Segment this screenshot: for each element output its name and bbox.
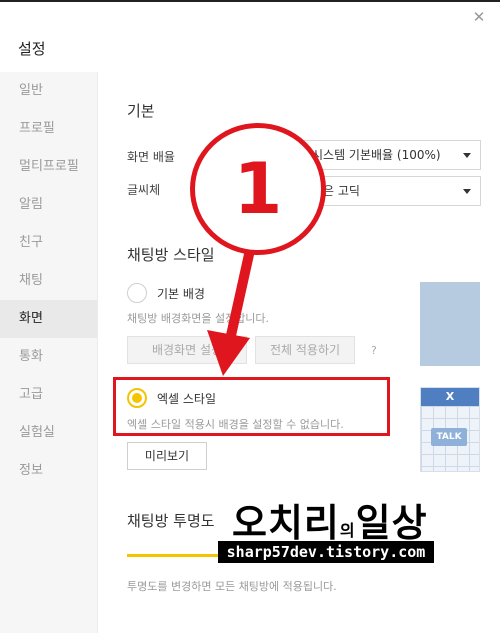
watermark-main: 오치리 bbox=[232, 501, 340, 545]
step-number: 1 bbox=[233, 148, 283, 230]
step-number-badge: 1 bbox=[190, 123, 326, 255]
blog-watermark: 오치리의일상 bbox=[232, 492, 428, 547]
arrow-head bbox=[207, 330, 250, 376]
watermark-url: sharp57dev.tistory.com bbox=[218, 541, 434, 563]
arrow-shaft bbox=[225, 248, 255, 342]
watermark-tail: 일상 bbox=[355, 501, 428, 545]
watermark-particle: 의 bbox=[339, 521, 356, 540]
